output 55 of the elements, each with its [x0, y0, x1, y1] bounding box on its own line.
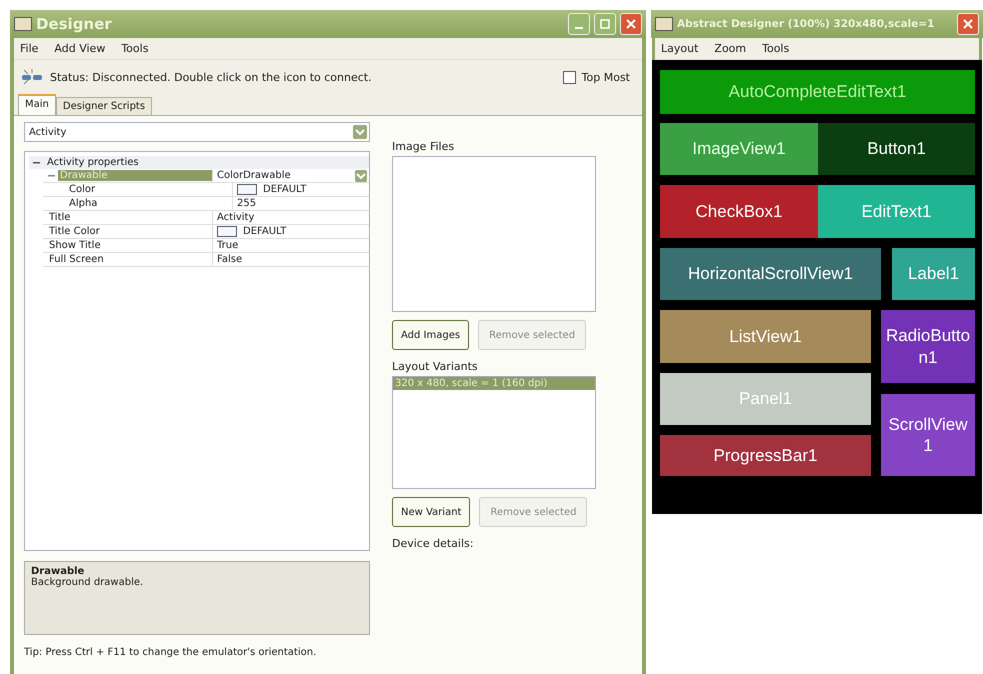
- view-block[interactable]: ProgressBar1: [660, 435, 871, 476]
- property-value: 255: [237, 198, 256, 209]
- property-name[interactable]: Title: [47, 212, 72, 223]
- device-details-label: Device details:: [392, 537, 474, 550]
- image-files-list[interactable]: [392, 156, 596, 312]
- menu-item[interactable]: Tools: [762, 42, 790, 55]
- property-name[interactable]: Alpha: [67, 198, 100, 209]
- property-name[interactable]: Show Title: [47, 240, 103, 251]
- section-label: Layout Variants: [392, 360, 479, 373]
- checkbox-label: Top Most: [582, 70, 630, 84]
- view-block[interactable]: ScrollView1: [881, 394, 975, 476]
- view-block[interactable]: Button1: [818, 123, 975, 175]
- tip-text: Tip: Press Ctrl + F11 to change the emulator's orientation.: [24, 647, 318, 658]
- view-block[interactable]: RadioButton1: [881, 310, 975, 383]
- minimize-icon: [575, 27, 583, 29]
- dropdown-arrow-icon[interactable]: [355, 170, 367, 182]
- section-label: Image Files: [392, 140, 456, 153]
- property-name[interactable]: Full Screen: [47, 254, 106, 265]
- menu-item[interactable]: Add View: [54, 42, 106, 55]
- object-dropdown[interactable]: Activity: [24, 122, 370, 142]
- color-swatch: [217, 226, 237, 237]
- close-icon: [962, 18, 974, 30]
- close-button[interactable]: [620, 13, 642, 35]
- minimize-button[interactable]: [568, 13, 590, 35]
- new-variant-button[interactable]: New Variant: [392, 497, 470, 527]
- color-swatch: [237, 184, 257, 195]
- window-title: Designer: [36, 15, 112, 33]
- menu-item[interactable]: Layout: [661, 42, 698, 55]
- close-icon: [625, 18, 637, 30]
- maximize-icon: [599, 18, 611, 30]
- property-value: DEFAULT: [263, 184, 306, 195]
- property-value: DEFAULT: [243, 226, 286, 237]
- category-label: Activity properties: [47, 157, 139, 168]
- description-title: Drawable: [31, 566, 86, 577]
- status-text: Status: Disconnected. Double click on the icon to connect.: [50, 70, 372, 84]
- maximize-button[interactable]: [594, 13, 616, 35]
- close-button[interactable]: [957, 13, 979, 35]
- property-value: True: [217, 240, 238, 251]
- view-block[interactable]: CheckBox1: [660, 185, 818, 238]
- menu-item[interactable]: File: [20, 42, 38, 55]
- tab[interactable]: Designer Scripts: [56, 97, 152, 115]
- view-block[interactable]: HorizontalScrollView1: [660, 248, 881, 300]
- property-value: ColorDrawable: [217, 170, 291, 181]
- description-text: Background drawable.: [31, 577, 144, 588]
- tab[interactable]: Main: [18, 94, 56, 115]
- property-name[interactable]: Title Color: [47, 226, 102, 237]
- property-name[interactable]: Color: [67, 184, 98, 195]
- menu-item[interactable]: Tools: [121, 42, 148, 55]
- window-title: Abstract Designer (100%) 320x480,scale=1: [677, 18, 934, 30]
- top-most-checkbox[interactable]: [562, 70, 576, 84]
- add-images-button[interactable]: Add Images: [392, 320, 470, 350]
- property-value: Activity: [217, 212, 254, 223]
- property-value: False: [217, 254, 242, 265]
- plug-icon[interactable]: [20, 68, 44, 86]
- menu-item[interactable]: Zoom: [714, 42, 746, 55]
